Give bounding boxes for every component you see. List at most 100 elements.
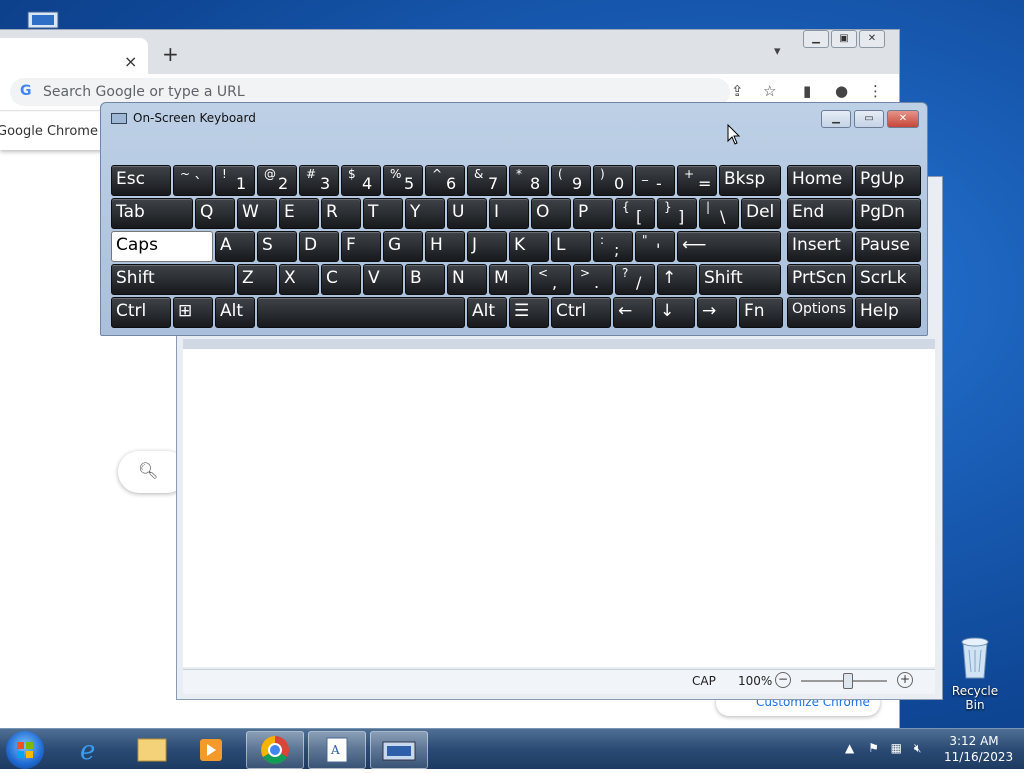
key-[interactable]: | \ [699,198,739,229]
close-button[interactable]: ✕ [859,30,885,48]
zoom-out-button[interactable]: − [775,672,791,688]
chrome-tab[interactable]: × [0,38,148,74]
key-o[interactable]: O [531,198,571,229]
taskbar-internet-explorer[interactable]: e [62,731,118,767]
key-[interactable]: }] [657,198,697,229]
key-[interactable]: ? / [615,264,655,295]
key-8[interactable]: * 8 [509,165,549,196]
key-home[interactable]: Home [787,165,853,196]
clock[interactable]: 3:12 AM 11/16/2023 [944,733,1013,765]
key-[interactable]: ↑ [657,264,697,295]
key-[interactable]: ~ ` [173,165,213,196]
key-[interactable]: <, [531,264,571,295]
key-y[interactable]: Y [405,198,445,229]
key-9[interactable]: (9 [551,165,591,196]
key-0[interactable]: ) 0 [593,165,633,196]
network-icon[interactable]: ▦ [891,741,902,755]
key-n[interactable]: N [447,264,487,295]
key-g[interactable]: G [383,231,423,262]
key-1[interactable]: ! 1 [215,165,255,196]
key-6[interactable]: ^ 6 [425,165,465,196]
key-prtscn[interactable]: PrtScn [787,264,853,295]
key-a[interactable]: A [215,231,255,262]
key-[interactable]: _ - [635,165,675,196]
ruler[interactable] [183,339,935,349]
taskbar-media-player[interactable] [184,731,240,767]
key-space[interactable] [257,297,465,328]
key-options[interactable]: Options [787,297,853,328]
key-z[interactable]: Z [237,264,277,295]
key-[interactable]: " ' [635,231,675,262]
key-l[interactable]: L [551,231,591,262]
key-esc[interactable]: Esc [111,165,171,196]
key-7[interactable]: & 7 [467,165,507,196]
zoom-in-button[interactable]: + [897,672,913,688]
key-alt[interactable]: Alt [215,297,255,328]
key-insert[interactable]: Insert [787,231,853,262]
computer-icon[interactable] [14,8,60,30]
tab-search-chevron-icon[interactable]: ▾ [774,44,781,59]
key-[interactable]: ⟵ [677,231,781,262]
profile-icon[interactable]: ● [835,82,848,100]
key-[interactable]: ☰ [509,297,549,328]
key-ctrl[interactable]: Ctrl [551,297,611,328]
taskbar-chrome[interactable] [246,731,304,769]
key-r[interactable]: R [321,198,361,229]
minimize-button[interactable]: ▁ [803,30,829,48]
key-w[interactable]: W [237,198,277,229]
key-e[interactable]: E [279,198,319,229]
key-u[interactable]: U [447,198,487,229]
key-k[interactable]: K [509,231,549,262]
key-i[interactable]: I [489,198,529,229]
key-pause[interactable]: Pause [855,231,921,262]
key-[interactable]: {[ [615,198,655,229]
key-shift[interactable]: Shift [111,264,235,295]
close-button[interactable]: ✕ [887,110,919,128]
key-m[interactable]: M [489,264,529,295]
key-c[interactable]: C [321,264,361,295]
volume-muted-icon[interactable]: 🔇︎ [914,741,922,755]
share-icon[interactable]: ⇪ [731,82,744,100]
minimize-button[interactable]: ▁ [821,110,851,128]
key-ctrl[interactable]: Ctrl [111,297,171,328]
key-[interactable]: → [697,297,737,328]
key-scrlk[interactable]: ScrLk [855,264,921,295]
side-panel-icon[interactable]: ▮ [803,82,811,100]
key-4[interactable]: $4 [341,165,381,196]
key-tab[interactable]: Tab [111,198,193,229]
document-area[interactable] [183,349,935,667]
key-alt[interactable]: Alt [467,297,507,328]
key-del[interactable]: Del [741,198,781,229]
key-shift[interactable]: Shift [699,264,781,295]
key-s[interactable]: S [257,231,297,262]
key-x[interactable]: X [279,264,319,295]
key-pgup[interactable]: PgUp [855,165,921,196]
menu-kebab-icon[interactable]: ⋮ [868,82,883,100]
show-hidden-icons-icon[interactable]: ▲ [845,741,854,755]
maximize-button[interactable]: ▣ [831,30,857,48]
key-j[interactable]: J [467,231,507,262]
key-[interactable]: + = [677,165,717,196]
action-center-flag-icon[interactable]: ⚑ [868,741,879,755]
key-[interactable]: ↓ [655,297,695,328]
key-caps[interactable]: Caps [111,231,213,262]
key-[interactable]: >. [573,264,613,295]
key-[interactable]: ← [613,297,653,328]
key-2[interactable]: @2 [257,165,297,196]
key-f[interactable]: F [341,231,381,262]
key-end[interactable]: End [787,198,853,229]
key-q[interactable]: Q [195,198,235,229]
bookmark-star-icon[interactable]: ☆ [763,82,776,100]
key-3[interactable]: #3 [299,165,339,196]
key-[interactable]: :; [593,231,633,262]
key-[interactable]: ⊞ [173,297,213,328]
recycle-bin[interactable]: Recycle Bin [944,632,1006,712]
new-tab-button[interactable]: + [162,42,179,66]
key-pgdn[interactable]: PgDn [855,198,921,229]
close-tab-icon[interactable]: × [124,52,137,71]
key-t[interactable]: T [363,198,403,229]
key-h[interactable]: H [425,231,465,262]
maximize-button[interactable]: ▭ [854,110,884,128]
key-v[interactable]: V [363,264,403,295]
key-help[interactable]: Help [855,297,921,328]
